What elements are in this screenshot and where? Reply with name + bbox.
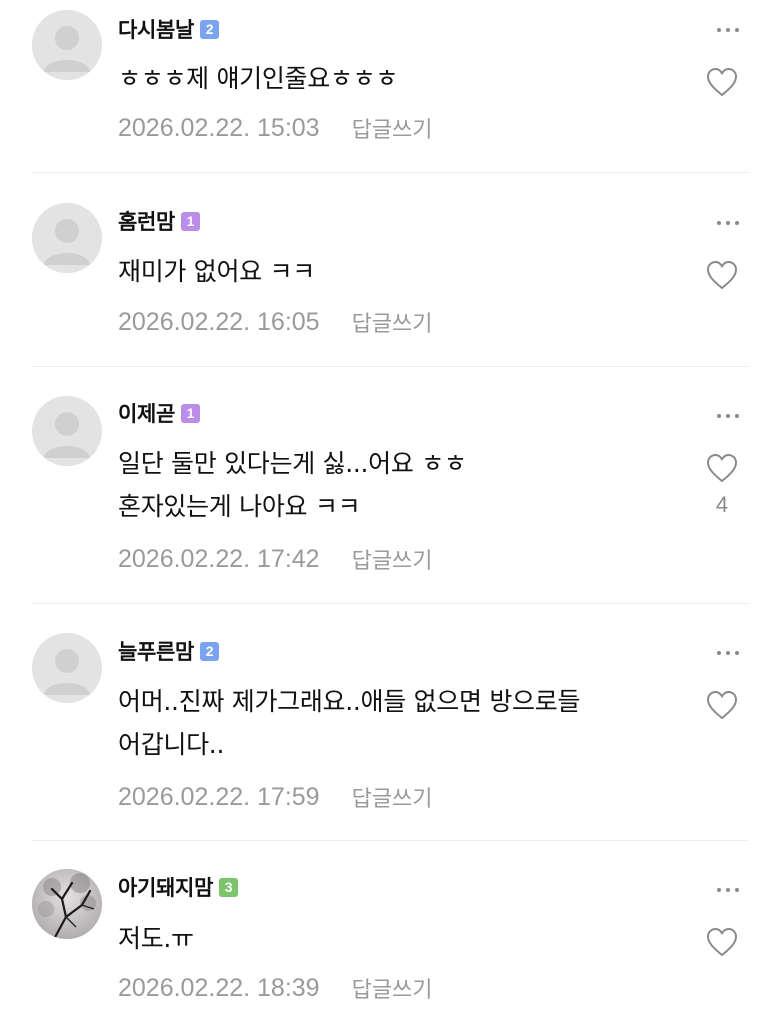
author-row: 아기돼지맘 3 xyxy=(118,870,239,904)
author-row: 늘푸른맘 2 xyxy=(118,634,220,668)
more-options-icon[interactable] xyxy=(699,641,739,665)
comment-meta: 2026.02.22. 18:39 답글쓰기 xyxy=(118,968,433,1008)
divider xyxy=(32,840,748,841)
heart-icon[interactable] xyxy=(705,259,739,291)
comment-date: 2026.02.22. 15:03 xyxy=(118,113,320,142)
divider xyxy=(32,366,748,367)
reply-button[interactable]: 답글쓰기 xyxy=(352,543,433,575)
author-name[interactable]: 이제곧 xyxy=(118,398,175,428)
avatar[interactable] xyxy=(32,396,102,466)
comment-meta: 2026.02.22. 15:03 답글쓰기 xyxy=(118,108,433,148)
comment-meta: 2026.02.22. 16:05 답글쓰기 xyxy=(118,302,433,342)
more-options-icon[interactable] xyxy=(699,211,739,235)
avatar[interactable] xyxy=(32,10,102,80)
tree-branch-photo-avatar xyxy=(32,869,102,939)
reply-button[interactable]: 답글쓰기 xyxy=(352,781,433,813)
divider xyxy=(32,172,748,173)
comment-text: 어머..진짜 제가그래요..애들 없으면 방으로들 어갑니다.. xyxy=(118,687,581,759)
author-row: 홈런맘 1 xyxy=(118,204,201,238)
heart-icon[interactable] xyxy=(705,452,739,484)
avatar[interactable] xyxy=(32,869,102,939)
reply-button[interactable]: 답글쓰기 xyxy=(352,972,433,1004)
author-name[interactable]: 다시봄날 xyxy=(118,14,194,44)
author-name[interactable]: 아기돼지맘 xyxy=(118,872,213,902)
level-badge: 1 xyxy=(181,211,201,231)
comment-date: 2026.02.22. 17:42 xyxy=(118,544,320,573)
comment-text: 일단 둘만 있다는게 싫...어요 ㅎㅎ 혼자있는게 나아요 ㅋㅋ xyxy=(118,449,467,521)
heart-icon[interactable] xyxy=(705,66,739,98)
level-badge: 2 xyxy=(200,641,220,661)
comment-date: 2026.02.22. 17:59 xyxy=(118,782,320,811)
author-name[interactable]: 늘푸른맘 xyxy=(118,636,194,666)
divider xyxy=(32,603,748,604)
more-options-icon[interactable] xyxy=(699,404,739,428)
heart-icon[interactable] xyxy=(705,926,739,958)
author-row: 이제곧 1 xyxy=(118,396,201,430)
more-options-icon[interactable] xyxy=(699,18,739,42)
avatar[interactable] xyxy=(32,633,102,703)
comment-date: 2026.02.22. 16:05 xyxy=(118,307,320,336)
comment-meta: 2026.02.22. 17:42 답글쓰기 xyxy=(118,539,433,579)
default-user-icon xyxy=(32,396,102,466)
comment-date: 2026.02.22. 18:39 xyxy=(118,973,320,1002)
level-badge: 2 xyxy=(200,19,220,39)
more-options-icon[interactable] xyxy=(699,878,739,902)
default-user-icon xyxy=(32,10,102,80)
default-user-icon xyxy=(32,203,102,273)
default-user-icon xyxy=(32,633,102,703)
comment-text: 재미가 없어요 ㅋㅋ xyxy=(118,257,315,286)
comment-text: ㅎㅎㅎ제 얘기인줄요ㅎㅎㅎ xyxy=(118,64,399,93)
reply-button[interactable]: 답글쓰기 xyxy=(352,306,433,338)
reply-button[interactable]: 답글쓰기 xyxy=(352,112,433,144)
level-badge: 3 xyxy=(219,877,239,897)
like-count: 4 xyxy=(715,492,729,517)
author-row: 다시봄날 2 xyxy=(118,12,220,46)
level-badge: 1 xyxy=(181,403,201,423)
author-name[interactable]: 홈런맘 xyxy=(118,206,175,236)
comment-meta: 2026.02.22. 17:59 답글쓰기 xyxy=(118,777,433,817)
heart-icon[interactable] xyxy=(705,689,739,721)
avatar[interactable] xyxy=(32,203,102,273)
comment-text: 저도.ㅠ xyxy=(118,924,194,953)
